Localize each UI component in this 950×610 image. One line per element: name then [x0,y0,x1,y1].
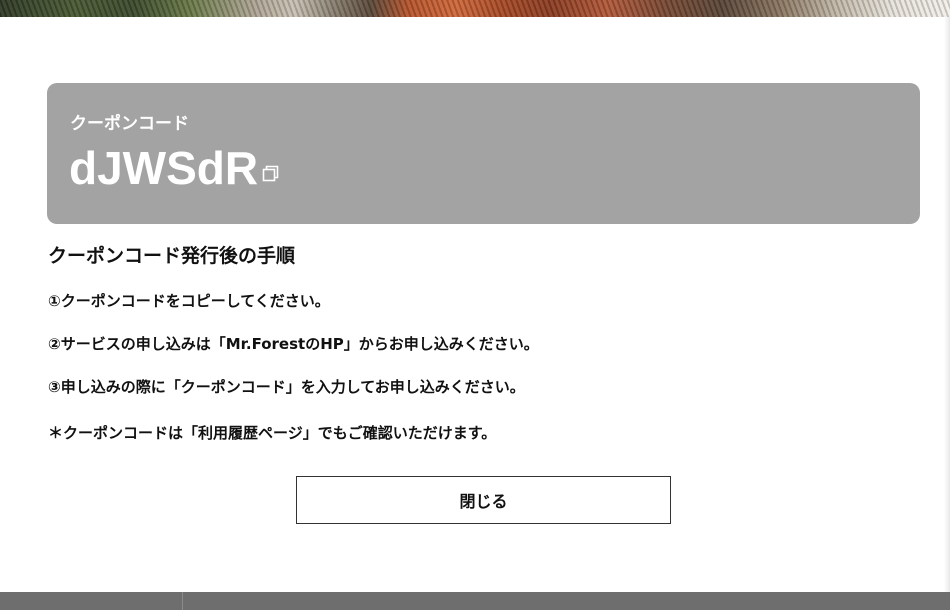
bottom-bar [0,592,950,610]
background-photo [0,0,950,17]
bottom-bar-divider [182,592,183,610]
instruction-step-1: ①クーポンコードをコピーしてください。 [48,292,330,310]
coupon-code-row: dJWSdR [69,145,280,191]
scrollbar-edge [944,17,950,592]
instruction-step-3: ③申し込みの際に「クーポンコード」を入力してお申し込みください。 [48,378,525,396]
close-button[interactable]: 閉じる [296,476,671,524]
copy-icon[interactable] [262,165,280,187]
coupon-code-label: クーポンコード [70,114,189,134]
instructions-heading: クーポンコード発行後の手順 [48,245,296,267]
instruction-note: ＊クーポンコードは「利用履歴ページ」でもご確認いただけます。 [48,424,497,442]
coupon-modal: クーポンコード dJWSdR クーポンコード発行後の手順 ①クーポンコードをコピ… [0,17,950,592]
instruction-step-2: ②サービスの申し込みは「Mr.ForestのHP」からお申し込みください。 [48,335,539,353]
coupon-code-value[interactable]: dJWSdR [69,145,258,191]
coupon-code-panel: クーポンコード dJWSdR [47,83,920,224]
